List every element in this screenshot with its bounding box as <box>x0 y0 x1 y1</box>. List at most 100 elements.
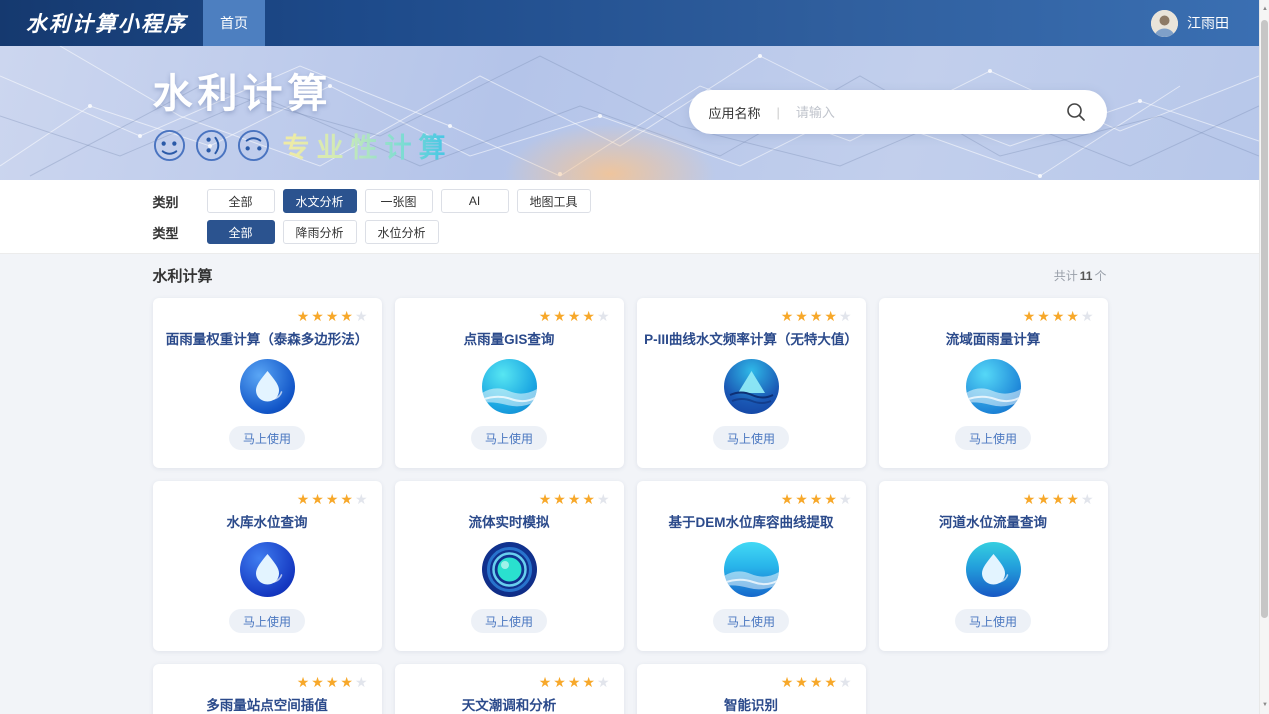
scroll-down-arrow-icon[interactable]: ▼ <box>1260 698 1269 712</box>
star-filled-icon: ★ <box>795 674 810 690</box>
use-now-button[interactable]: 马上使用 <box>229 426 305 450</box>
star-filled-icon: ★ <box>340 491 355 507</box>
star-filled-icon: ★ <box>582 491 597 507</box>
vertical-scrollbar[interactable]: ▲ ▼ <box>1259 0 1269 714</box>
use-now-button[interactable]: 马上使用 <box>713 426 789 450</box>
app-card-title: 流域面雨量计算 <box>946 331 1041 348</box>
use-now-button[interactable]: 马上使用 <box>955 609 1031 633</box>
search-button[interactable] <box>1065 101 1087 123</box>
app-card[interactable]: ★★★★★ 河道水位流量查询 马上使用 <box>879 481 1108 651</box>
terrain-wave-sphere-icon <box>724 542 779 597</box>
star-filled-icon: ★ <box>824 674 839 690</box>
star-filled-icon: ★ <box>539 308 554 324</box>
app-card[interactable]: ★★★★★ 基于DEM水位库容曲线提取 马上使用 <box>637 481 866 651</box>
filter-option-button[interactable]: 降雨分析 <box>283 220 357 244</box>
star-filled-icon: ★ <box>326 308 341 324</box>
filter-option-button[interactable]: AI <box>441 189 509 213</box>
smiley-wink-icon <box>153 129 186 162</box>
tab-home[interactable]: 首页 <box>203 0 265 46</box>
star-filled-icon: ★ <box>553 308 568 324</box>
star-filled-icon: ★ <box>1066 491 1081 507</box>
app-card-title: 天文潮调和分析 <box>462 697 557 714</box>
search-field-label: 应用名称 <box>709 103 761 122</box>
hero-banner: 水利计算 <box>0 46 1259 180</box>
app-card[interactable]: ★★★★★ 点雨量GIS查询 马上使用 <box>395 298 624 468</box>
star-filled-icon: ★ <box>297 491 312 507</box>
filter-option-button[interactable]: 水文分析 <box>283 189 357 213</box>
app-card[interactable]: ★★★★★ 流体实时模拟 马上使用 <box>395 481 624 651</box>
app-card-title: 河道水位流量查询 <box>939 514 1047 531</box>
app-card[interactable]: ★★★★★ 天文潮调和分析 马上使用 <box>395 664 624 714</box>
star-filled-icon: ★ <box>824 308 839 324</box>
star-filled-icon: ★ <box>297 308 312 324</box>
peak-wave-sphere-icon <box>724 359 779 414</box>
star-filled-icon: ★ <box>795 491 810 507</box>
star-filled-icon: ★ <box>539 674 554 690</box>
user-menu[interactable]: 江雨田 <box>1151 10 1229 37</box>
rating-stars: ★★★★★ <box>1023 492 1096 507</box>
star-filled-icon: ★ <box>326 491 341 507</box>
app-card-title: 点雨量GIS查询 <box>464 331 555 348</box>
star-filled-icon: ★ <box>1023 308 1038 324</box>
filter-option-button[interactable]: 地图工具 <box>517 189 591 213</box>
star-empty-icon: ★ <box>839 491 854 507</box>
scrollbar-thumb[interactable] <box>1261 20 1268 618</box>
app-card[interactable]: ★★★★★ 水库水位查询 马上使用 <box>153 481 382 651</box>
user-avatar <box>1151 10 1178 37</box>
rating-stars: ★★★★★ <box>297 492 370 507</box>
app-card-title: 流体实时模拟 <box>469 514 550 531</box>
app-card-title: 水库水位查询 <box>227 514 308 531</box>
splash-sphere-icon <box>966 542 1021 597</box>
star-filled-icon: ★ <box>810 308 825 324</box>
filter-option-button[interactable]: 水位分析 <box>365 220 439 244</box>
scroll-up-arrow-icon[interactable]: ▲ <box>1260 2 1269 16</box>
use-now-button[interactable]: 马上使用 <box>471 426 547 450</box>
user-name: 江雨田 <box>1187 13 1229 33</box>
star-empty-icon: ★ <box>355 674 370 690</box>
star-filled-icon: ★ <box>311 491 326 507</box>
star-filled-icon: ★ <box>1037 308 1052 324</box>
main-content: 水利计算 共计11个 ★★★★★ 面雨量权重计算（泰森多边形法） 马上使用 ★★… <box>0 254 1259 714</box>
use-now-button[interactable]: 马上使用 <box>229 609 305 633</box>
app-card[interactable]: ★★★★★ 多雨量站点空间插值 马上使用 <box>153 664 382 714</box>
section-header: 水利计算 共计11个 <box>153 265 1107 286</box>
star-filled-icon: ★ <box>553 491 568 507</box>
use-now-button[interactable]: 马上使用 <box>471 609 547 633</box>
rating-stars: ★★★★★ <box>539 492 612 507</box>
use-now-button[interactable]: 马上使用 <box>713 609 789 633</box>
app-card[interactable]: ★★★★★ 面雨量权重计算（泰森多边形法） 马上使用 <box>153 298 382 468</box>
star-filled-icon: ★ <box>582 674 597 690</box>
app-card[interactable]: ★★★★★ 智能识别 马上使用 <box>637 664 866 714</box>
star-filled-icon: ★ <box>810 674 825 690</box>
star-empty-icon: ★ <box>839 308 854 324</box>
star-filled-icon: ★ <box>568 308 583 324</box>
star-empty-icon: ★ <box>1081 491 1096 507</box>
app-card[interactable]: ★★★★★ P-III曲线水文频率计算（无特大值） 马上使用 <box>637 298 866 468</box>
search-bar: 应用名称 | <box>689 90 1107 134</box>
search-divider: | <box>777 105 780 120</box>
use-now-button[interactable]: 马上使用 <box>955 426 1031 450</box>
star-filled-icon: ★ <box>297 674 312 690</box>
rating-stars: ★★★★★ <box>297 309 370 324</box>
star-filled-icon: ★ <box>795 308 810 324</box>
filter-row: 类型全部降雨分析水位分析 <box>153 220 1107 244</box>
rating-stars: ★★★★★ <box>1023 309 1096 324</box>
hero-text-block: 水利计算 <box>153 61 453 165</box>
star-filled-icon: ★ <box>340 674 355 690</box>
search-input[interactable] <box>796 105 1065 120</box>
star-filled-icon: ★ <box>582 308 597 324</box>
star-filled-icon: ★ <box>810 491 825 507</box>
filter-option-button[interactable]: 一张图 <box>365 189 433 213</box>
star-filled-icon: ★ <box>311 674 326 690</box>
filter-group-label: 类别 <box>153 192 194 211</box>
water-drop-dark-sphere-icon <box>240 542 295 597</box>
smiley-calm-icon <box>237 129 270 162</box>
app-card[interactable]: ★★★★★ 流域面雨量计算 马上使用 <box>879 298 1108 468</box>
filter-option-button[interactable]: 全部 <box>207 220 275 244</box>
star-empty-icon: ★ <box>597 674 612 690</box>
star-filled-icon: ★ <box>1052 491 1067 507</box>
star-filled-icon: ★ <box>326 674 341 690</box>
star-empty-icon: ★ <box>597 491 612 507</box>
filter-option-button[interactable]: 全部 <box>207 189 275 213</box>
filter-row: 类别全部水文分析一张图 AI 地图工具 <box>153 189 1107 213</box>
